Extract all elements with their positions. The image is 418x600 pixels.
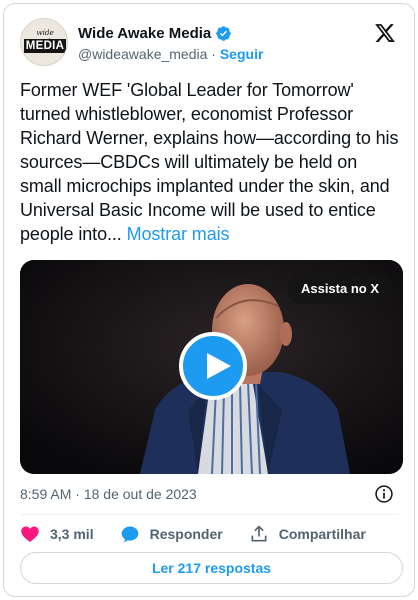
tweet-text-block: Former WEF 'Global Leader for Tomorrow' … xyxy=(20,78,400,246)
handle-separator: · xyxy=(211,46,216,62)
show-more-link[interactable]: Mostrar mais xyxy=(127,224,230,244)
timestamp-separator: · xyxy=(75,486,80,502)
info-icon[interactable] xyxy=(374,484,394,504)
share-label: Compartilhar xyxy=(278,526,366,542)
watch-on-x-button[interactable]: Assista no X xyxy=(286,274,393,304)
divider xyxy=(20,514,398,515)
play-button[interactable] xyxy=(179,332,247,400)
heart-icon xyxy=(21,526,39,542)
reply-button[interactable]: Responder xyxy=(120,524,223,544)
tweet-timestamp[interactable]: 8:59 AM · 18 de out de 2023 xyxy=(20,486,197,502)
play-icon xyxy=(207,353,231,379)
tweet-date: 18 de out de 2023 xyxy=(83,486,197,502)
like-count: 3,3 mil xyxy=(50,526,94,542)
author-handle[interactable]: @wideawake_media xyxy=(78,46,207,62)
tweet-header: wide awake MEDIA Wide Awake Media @widea… xyxy=(20,18,400,66)
author-name[interactable]: Wide Awake Media xyxy=(78,25,211,42)
avatar-logo-bar-text: MEDIA xyxy=(24,39,66,53)
verified-badge-icon xyxy=(216,25,232,41)
tweet-actions: 3,3 mil Responder Compartilhar xyxy=(20,522,392,546)
follow-button[interactable]: Seguir xyxy=(220,46,264,62)
tweet-embed-card: wide awake MEDIA Wide Awake Media @widea… xyxy=(3,3,415,597)
share-button[interactable]: Compartilhar xyxy=(249,524,366,544)
avatar[interactable]: wide awake MEDIA xyxy=(20,18,68,66)
author-handle-row: @wideawake_media · Seguir xyxy=(78,46,263,62)
reply-label: Responder xyxy=(149,526,223,542)
like-button[interactable]: 3,3 mil xyxy=(20,524,94,544)
video-player[interactable]: Assista no X xyxy=(20,260,403,474)
tweet-time: 8:59 AM xyxy=(20,486,72,502)
x-logo-icon[interactable] xyxy=(374,22,396,44)
reply-bubble-icon xyxy=(121,526,138,543)
share-icon xyxy=(251,525,267,542)
read-replies-button[interactable]: Ler 217 respostas xyxy=(20,552,403,584)
tweet-text: Former WEF 'Global Leader for Tomorrow' … xyxy=(20,80,399,244)
author-name-row: Wide Awake Media xyxy=(78,23,232,43)
